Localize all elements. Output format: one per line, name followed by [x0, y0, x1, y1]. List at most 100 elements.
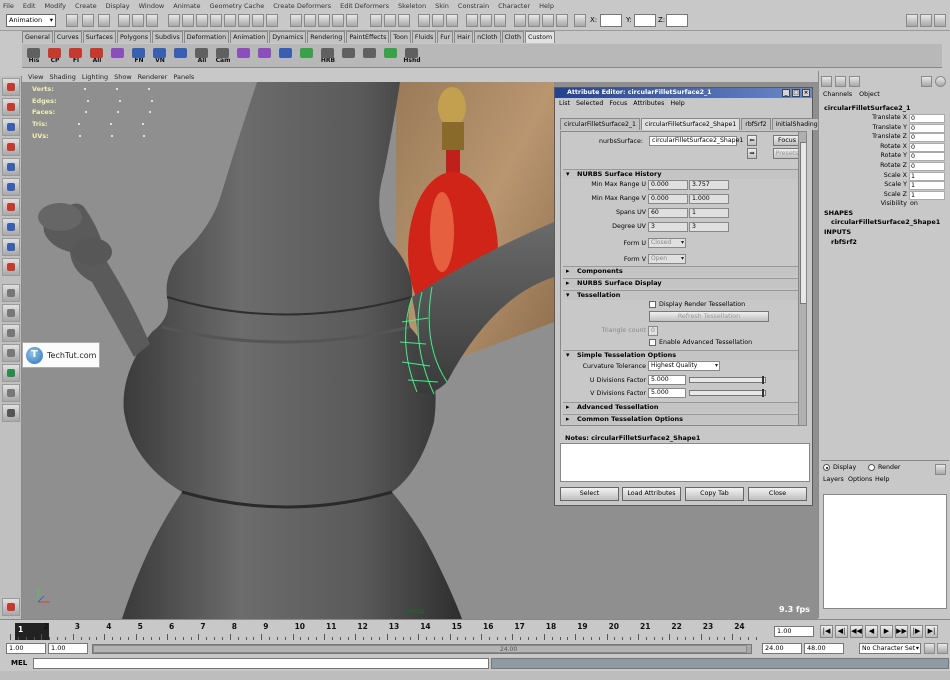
select-tool-icon[interactable]: [2, 78, 20, 96]
form-u-dropdown[interactable]: Closed: [648, 238, 686, 248]
layer-menu-options[interactable]: Options: [848, 476, 872, 483]
both-view-icon[interactable]: [849, 76, 860, 87]
cb-menu-object[interactable]: Object: [859, 91, 880, 98]
universal-manipulator-icon[interactable]: [2, 198, 20, 216]
mel-label[interactable]: MEL: [11, 659, 27, 667]
max-range-v-field[interactable]: 1.000: [689, 194, 729, 204]
select-output-icon[interactable]: ⇛: [747, 148, 757, 159]
shelf-deform-icon[interactable]: [234, 46, 254, 66]
new-scene-icon[interactable]: [66, 14, 78, 27]
min-range-u-field[interactable]: 0.000: [648, 180, 688, 190]
pick-rendering-icon[interactable]: [252, 14, 264, 27]
shelf-play-icon[interactable]: [297, 46, 317, 66]
layout-options-icon[interactable]: [2, 404, 20, 422]
show-attribute-editor-icon[interactable]: [906, 14, 918, 27]
menu-modify[interactable]: Modify: [44, 2, 66, 10]
select-button[interactable]: Select: [560, 487, 619, 501]
attribute-editor-titlebar[interactable]: Attribute Editor: circularFilletSurface2…: [555, 88, 812, 98]
viewport-menu-renderer[interactable]: Renderer: [138, 73, 168, 81]
menu-edit[interactable]: Edit: [23, 2, 36, 10]
menu-edit-deformers[interactable]: Edit Deformers: [340, 2, 389, 10]
shelf-delete-icon[interactable]: [339, 46, 359, 66]
shelf-tab-subdivs[interactable]: Subdivs: [152, 31, 183, 43]
history-output-icon[interactable]: [384, 14, 396, 27]
play-backwards-icon[interactable]: ◀: [865, 625, 878, 638]
shelf-tab-deformation[interactable]: Deformation: [183, 31, 230, 43]
section-nurbs-history[interactable]: NURBS Surface History: [563, 169, 799, 179]
save-scene-icon[interactable]: [98, 14, 110, 27]
form-v-dropdown[interactable]: Open: [648, 254, 686, 264]
shelf-vn-icon[interactable]: VN: [150, 46, 170, 66]
shelf-hrb-icon[interactable]: HRB: [318, 46, 338, 66]
go-to-start-icon[interactable]: |◀: [820, 625, 833, 638]
menu-skeleton[interactable]: Skeleton: [398, 2, 426, 10]
make-live-icon[interactable]: [346, 14, 358, 27]
shelf-tab-fluids[interactable]: Fluids: [411, 31, 437, 43]
menu-help[interactable]: Help: [539, 2, 554, 10]
pick-surfaces-icon[interactable]: [210, 14, 222, 27]
shelf-sphere-icon[interactable]: [108, 46, 128, 66]
shelf-tab-general[interactable]: General: [22, 31, 53, 43]
channel-box-icon[interactable]: [821, 76, 832, 87]
ae-tab-rbfsrf[interactable]: rbfSrf2: [741, 118, 771, 130]
viewport-menu-show[interactable]: Show: [114, 73, 132, 81]
shelf-cam-icon[interactable]: Cam: [213, 46, 233, 66]
persp-outliner-layout-icon[interactable]: [2, 324, 20, 342]
shelf-tab-rendering[interactable]: Rendering: [307, 31, 346, 43]
menu-geometry-cache[interactable]: Geometry Cache: [210, 2, 265, 10]
section-simple-tess[interactable]: Simple Tesselation Options: [563, 350, 799, 360]
persp-graph-layout-icon[interactable]: [2, 344, 20, 362]
shelf-tab-fur[interactable]: Fur: [437, 31, 454, 43]
close-icon[interactable]: ×: [802, 89, 810, 97]
channel-row[interactable]: Rotate X0: [819, 142, 949, 153]
input-node-name[interactable]: rbfSrf2: [831, 238, 857, 246]
shelf-cp-icon[interactable]: CP: [45, 46, 65, 66]
pick-deformations-icon[interactable]: [224, 14, 236, 27]
last-tool-icon[interactable]: [2, 258, 20, 276]
ae-tab-shape[interactable]: circularFilletSurface2_Shape1: [640, 118, 741, 130]
open-scene-icon[interactable]: [82, 14, 94, 27]
section-advanced-tess[interactable]: Advanced Tessellation: [563, 402, 799, 412]
notes-textarea[interactable]: [560, 443, 810, 482]
ipr-render-icon[interactable]: [432, 14, 444, 27]
shelf-his-icon[interactable]: His: [24, 46, 44, 66]
clapper-icon[interactable]: [542, 14, 554, 27]
v-divisions-field[interactable]: 5.000: [648, 388, 686, 398]
render-view-icon[interactable]: [528, 14, 540, 27]
refresh-tessellation-button[interactable]: Refresh Tessellation: [649, 311, 769, 322]
shelf-cube-icon[interactable]: [171, 46, 191, 66]
pick-dynamics-icon[interactable]: [238, 14, 250, 27]
arrow-right-icon[interactable]: [480, 14, 492, 27]
cb-menu-channels[interactable]: Channels: [823, 91, 852, 98]
curvature-tolerance-dropdown[interactable]: Highest Quality: [648, 361, 720, 371]
channel-box-object-name[interactable]: circularFilletSurface2_1: [824, 104, 911, 112]
menu-window[interactable]: Window: [139, 2, 165, 10]
end-time-field[interactable]: 48.00: [804, 643, 844, 654]
pick-mask-icon[interactable]: [168, 14, 180, 27]
menu-skin[interactable]: Skin: [435, 2, 449, 10]
menu-display[interactable]: Display: [106, 2, 130, 10]
menu-create[interactable]: Create: [75, 2, 97, 10]
persp-hypershade-layout-icon[interactable]: [2, 364, 20, 382]
shelf-all-2-icon[interactable]: All: [192, 46, 212, 66]
ae-menu-selected[interactable]: Selected: [576, 100, 603, 107]
channel-row[interactable]: Rotate Y0: [819, 152, 949, 162]
animation-prefs-icon[interactable]: [937, 643, 948, 654]
presets-button[interactable]: Presets: [773, 148, 801, 159]
u-divisions-slider[interactable]: [689, 376, 766, 384]
min-range-v-field[interactable]: 0.000: [648, 194, 688, 204]
scroll-left-icon[interactable]: [921, 76, 932, 87]
shelf-blend-icon[interactable]: [255, 46, 275, 66]
shelf-arrow-icon[interactable]: [381, 46, 401, 66]
four-view-layout-icon[interactable]: [2, 304, 20, 322]
step-forward-key-icon[interactable]: |▶: [910, 625, 923, 638]
character-set-dropdown[interactable]: No Character Set: [859, 643, 921, 654]
render-layer-radio[interactable]: [868, 464, 875, 471]
render-globals-icon[interactable]: [556, 14, 568, 27]
playback-start-field[interactable]: 1.00: [48, 643, 88, 654]
ae-menu-attributes[interactable]: Attributes: [633, 100, 664, 107]
channel-row[interactable]: Scale Z1: [819, 190, 949, 201]
start-time-field[interactable]: 1.00: [6, 643, 46, 654]
playback-end-field[interactable]: 24.00: [762, 643, 802, 654]
shelf-joint-icon[interactable]: [360, 46, 380, 66]
